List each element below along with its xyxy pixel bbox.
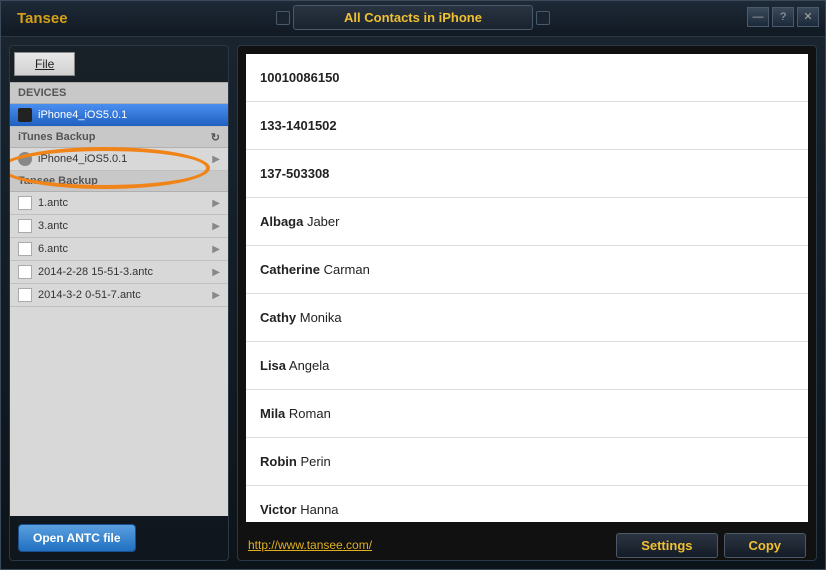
contact-first-name: 133-1401502: [260, 118, 337, 133]
chevron-right-icon: ▶: [212, 267, 220, 278]
contact-last-name: Hanna: [297, 502, 339, 517]
contact-row[interactable]: 133-1401502: [246, 102, 808, 150]
contact-last-name: Angela: [286, 358, 329, 373]
chevron-right-icon: ▶: [212, 290, 220, 301]
tree-item[interactable]: 2014-2-28 15-51-3.antc ▶: [10, 261, 228, 284]
window-controls: — ? ✕: [747, 7, 819, 27]
chevron-right-icon: ▶: [212, 221, 220, 232]
file-tab-bar: File: [10, 46, 228, 82]
website-link[interactable]: http://www.tansee.com/: [248, 538, 372, 552]
contact-row[interactable]: Robin Perin: [246, 438, 808, 486]
body-area: File DEVICES iPhone4_iOS5.0.1 iTunes Backu…: [1, 37, 825, 569]
contact-first-name: Albaga: [260, 214, 303, 229]
sidebar: File DEVICES iPhone4_iOS5.0.1 iTunes Backu…: [9, 45, 229, 561]
tree-item-label: 6.antc: [38, 243, 68, 255]
contact-last-name: Carman: [320, 262, 370, 277]
window-title: All Contacts in iPhone: [293, 5, 533, 30]
app-name: Tansee: [1, 10, 68, 27]
tree-item-label: iPhone4_iOS5.0.1: [38, 109, 127, 121]
chevron-right-icon: ▶: [212, 244, 220, 255]
contact-first-name: 137-503308: [260, 166, 329, 181]
tree-item-label: 2014-3-2 0-51-7.antc: [38, 289, 141, 301]
phone-icon: [18, 108, 32, 122]
help-button[interactable]: ?: [772, 7, 794, 27]
minimize-button[interactable]: —: [747, 7, 769, 27]
contact-row[interactable]: Mila Roman: [246, 390, 808, 438]
close-button[interactable]: ✕: [797, 7, 819, 27]
main-panel: 10010086150 133-1401502 137-503308 Albaga J…: [237, 45, 817, 561]
file-icon: [18, 288, 32, 302]
contact-first-name: Cathy: [260, 310, 296, 325]
contact-last-name: Jaber: [303, 214, 339, 229]
backup-icon: [18, 152, 32, 166]
footer-buttons: Settings Copy: [616, 533, 806, 558]
tree-item-label: 2014-2-28 15-51-3.antc: [38, 266, 153, 278]
contact-row[interactable]: 137-503308: [246, 150, 808, 198]
contact-first-name: Lisa: [260, 358, 286, 373]
open-button-wrap: Open ANTC file: [10, 516, 228, 560]
contact-first-name: Robin: [260, 454, 297, 469]
tree-item[interactable]: 6.antc ▶: [10, 238, 228, 261]
file-icon: [18, 242, 32, 256]
contact-row[interactable]: Cathy Monika: [246, 294, 808, 342]
main-window: Tansee All Contacts in iPhone — ? ✕ File…: [0, 0, 826, 570]
footer: http://www.tansee.com/ Settings Copy: [238, 530, 816, 560]
file-menu-button[interactable]: File: [14, 52, 75, 76]
contact-row[interactable]: Albaga Jaber: [246, 198, 808, 246]
chevron-right-icon: ▶: [212, 198, 220, 209]
contact-last-name: Perin: [297, 454, 331, 469]
tree-item-label: 3.antc: [38, 220, 68, 232]
contact-row[interactable]: 10010086150: [246, 54, 808, 102]
tree-item[interactable]: 2014-3-2 0-51-7.antc ▶: [10, 284, 228, 307]
contact-row[interactable]: Victor Hanna: [246, 486, 808, 522]
contact-row[interactable]: Catherine Carman: [246, 246, 808, 294]
tree-section-header: Tansee Backup: [10, 171, 228, 192]
settings-button[interactable]: Settings: [616, 533, 717, 558]
contact-last-name: Roman: [285, 406, 331, 421]
file-icon: [18, 219, 32, 233]
tree-item[interactable]: 3.antc ▶: [10, 215, 228, 238]
contact-first-name: Victor: [260, 502, 297, 517]
contact-list[interactable]: 10010086150 133-1401502 137-503308 Albaga J…: [246, 54, 808, 522]
refresh-icon[interactable]: ↻: [211, 131, 220, 144]
tree-item[interactable]: iPhone4_iOS5.0.1: [10, 104, 228, 127]
tree-section-header: DEVICES: [10, 83, 228, 104]
contact-first-name: Mila: [260, 406, 285, 421]
tree-section-header: iTunes Backup ↻: [10, 127, 228, 148]
tree-item[interactable]: 1.antc ▶: [10, 192, 228, 215]
file-icon: [18, 265, 32, 279]
open-antc-button[interactable]: Open ANTC file: [18, 524, 136, 552]
copy-button[interactable]: Copy: [724, 533, 807, 558]
titlebar: Tansee All Contacts in iPhone — ? ✕: [1, 1, 825, 37]
contact-last-name: Monika: [296, 310, 342, 325]
contact-first-name: 10010086150: [260, 70, 340, 85]
file-icon: [18, 196, 32, 210]
contact-first-name: Catherine: [260, 262, 320, 277]
tree-item[interactable]: iPhone4_iOS5.0.1 ▶: [10, 148, 228, 171]
tree-item-label: 1.antc: [38, 197, 68, 209]
tree-item-label: iPhone4_iOS5.0.1: [38, 153, 127, 165]
chevron-right-icon: ▶: [212, 154, 220, 165]
contact-row[interactable]: Lisa Angela: [246, 342, 808, 390]
device-tree: DEVICESiPhone4_iOS5.0.1iTunes Backup ↻iP…: [10, 82, 228, 516]
